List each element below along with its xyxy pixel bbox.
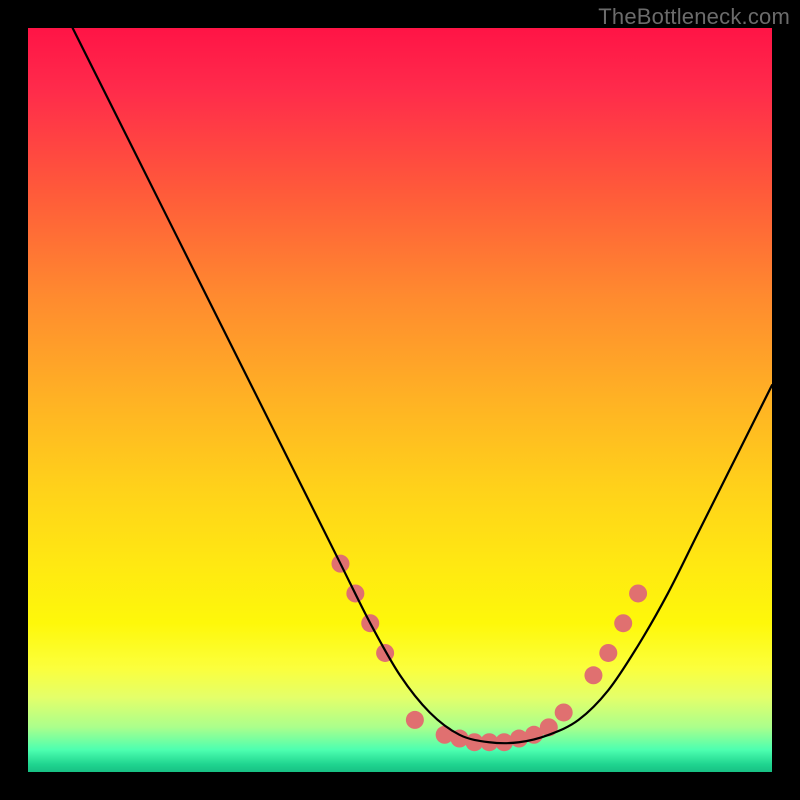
- watermark-text: TheBottleneck.com: [598, 4, 790, 30]
- highlight-point: [614, 614, 632, 632]
- chart-svg: [28, 28, 772, 772]
- highlight-point: [629, 584, 647, 602]
- highlight-point: [555, 703, 573, 721]
- chart-frame: TheBottleneck.com: [0, 0, 800, 800]
- bottleneck-curve: [73, 28, 772, 743]
- marker-layer: [331, 555, 647, 752]
- plot-area: [28, 28, 772, 772]
- highlight-point: [599, 644, 617, 662]
- highlight-point: [406, 711, 424, 729]
- highlight-point: [584, 666, 602, 684]
